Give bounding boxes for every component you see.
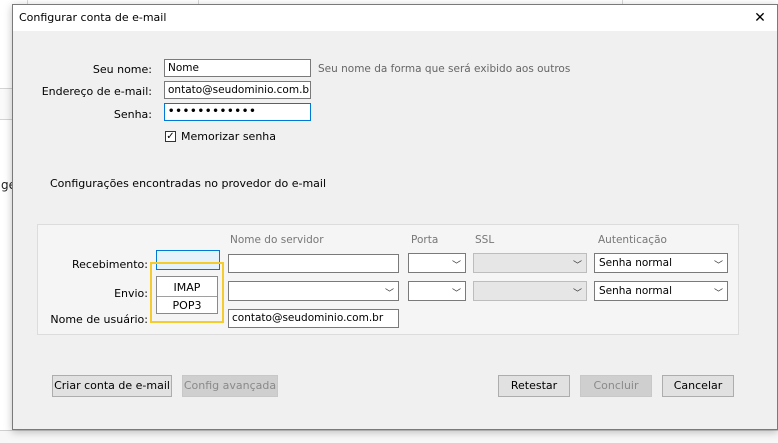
chevron-down-icon: ﹀	[713, 261, 723, 271]
ssl-header: SSL	[475, 234, 495, 246]
username-input[interactable]: contato@seudominio.com.br	[228, 309, 399, 328]
outgoing-auth-select[interactable]: Senha normal ﹀	[594, 281, 728, 301]
incoming-port-select[interactable]: ﹀	[408, 253, 466, 273]
name-hint: Seu nome da forma que será exibido aos o…	[318, 63, 571, 75]
chevron-down-icon: ﹀	[572, 261, 582, 271]
incoming-label: Recebimento:	[72, 258, 148, 271]
incoming-auth-select[interactable]: Senha normal ﹀	[594, 253, 728, 273]
auth-header: Autenticação	[598, 234, 667, 246]
create-account-button[interactable]: Criar conta de e-mail	[52, 375, 172, 397]
close-button[interactable]: ✕	[751, 9, 769, 27]
provider-section-title: Configurações encontradas no provedor do…	[50, 177, 327, 190]
chevron-down-icon: ﹀	[451, 261, 461, 271]
incoming-ssl-select[interactable]: ﹀	[473, 253, 587, 273]
chevron-down-icon: ﹀	[713, 289, 723, 299]
name-label: Seu nome:	[92, 63, 152, 76]
email-input[interactable]: ontato@seudominio.com.br	[164, 81, 311, 99]
retest-button[interactable]: Retestar	[498, 375, 570, 397]
remember-password-checkbox[interactable]: ✓	[165, 131, 176, 142]
dialog-title: Configurar conta de e-mail	[19, 11, 167, 24]
highlight-annotation	[150, 262, 224, 323]
chevron-down-icon: ﹀	[451, 289, 461, 299]
name-input[interactable]: Nome	[164, 59, 311, 77]
outgoing-server-select[interactable]: ﹀	[228, 281, 399, 301]
username-label: Nome de usuário:	[50, 313, 148, 326]
chevron-down-icon: ﹀	[384, 289, 394, 299]
incoming-auth-value: Senha normal	[599, 257, 672, 269]
password-input[interactable]: ••••••••••••	[164, 103, 311, 121]
chevron-down-icon: ﹀	[572, 289, 582, 299]
port-header: Porta	[411, 234, 439, 246]
server-name-header: Nome do servidor	[230, 234, 324, 246]
outgoing-port-select[interactable]: ﹀	[408, 281, 466, 301]
cancel-button[interactable]: Cancelar	[662, 375, 734, 397]
done-button[interactable]: Concluir	[580, 375, 652, 397]
outgoing-label: Envio:	[114, 287, 148, 300]
password-label: Senha:	[113, 108, 152, 121]
background-bottom-strip	[0, 430, 778, 443]
advanced-config-button[interactable]: Config avançada	[182, 375, 278, 397]
titlebar: Configurar conta de e-mail ✕	[13, 5, 777, 31]
email-label: Endereço de e-mail:	[41, 85, 152, 98]
outgoing-auth-value: Senha normal	[599, 285, 672, 297]
remember-password-label: Memorizar senha	[181, 130, 276, 143]
outgoing-ssl-select[interactable]: ﹀	[473, 281, 587, 301]
incoming-server-input[interactable]	[228, 254, 399, 273]
